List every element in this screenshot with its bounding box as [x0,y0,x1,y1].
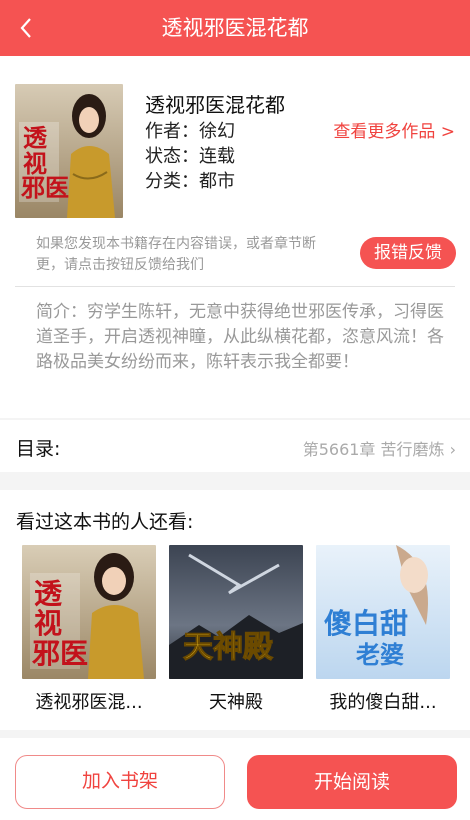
recommend-book[interactable]: 透 视 邪医 透视邪医混... [22,545,156,714]
svg-text:天神殿: 天神殿 [183,630,273,665]
book-status: 状态：连载 [145,146,235,167]
divider [15,286,455,287]
report-error-button[interactable]: 报错反馈 [360,237,456,269]
book-category: 分类：都市 [145,171,235,192]
recommend-section: 看过这本书的人还看: 透 视 邪医 透视邪医混... 天神殿 天神殿 傻白甜 老… [0,490,470,730]
recommend-name[interactable]: 我的傻白甜... [316,688,450,714]
bottom-action-bar: 加入书架 开始阅读 [0,738,470,820]
book-author: 作者：徐幻 [145,121,235,142]
recommend-cover[interactable]: 傻白甜 老婆 [316,545,450,679]
page-title: 透视邪医混花都 [161,16,309,40]
svg-text:傻白甜: 傻白甜 [324,607,408,640]
top-bar: 透视邪医混花都 [0,0,470,56]
latest-chapter[interactable]: 第5661章 苦行磨炼 › [303,436,456,460]
recommend-name[interactable]: 透视邪医混... [22,688,156,714]
svg-text:邪医: 邪医 [31,637,88,670]
book-title: 透视邪医混花都 [145,93,285,117]
recommend-cover[interactable]: 天神殿 [169,545,303,679]
book-cover[interactable]: 透 视 邪医 [15,84,123,218]
toc-label: 目录: [16,438,61,460]
svg-text:透: 透 [34,577,63,610]
more-works-link[interactable]: 查看更多作品 > [333,117,455,142]
recommend-book[interactable]: 傻白甜 老婆 我的傻白甜... [316,545,450,714]
toc-row[interactable]: 目录: 第5661章 苦行磨炼 › [0,420,470,472]
book-intro: 简介：穷学生陈轩，无意中获得绝世邪医传承，习得医道圣手，开启透视神瞳，从此纵横花… [36,302,444,372]
recommend-title: 看过这本书的人还看: [16,511,194,533]
recommend-cover[interactable]: 透 视 邪医 [22,545,156,679]
book-info-panel: 透 视 邪医 透视邪医混花都 作者：徐幻 状态：连载 分类：都市 查看更多作品 … [0,56,470,418]
svg-text:透: 透 [23,123,48,152]
start-reading-button[interactable]: 开始阅读 [247,755,457,809]
svg-text:老婆: 老婆 [356,641,404,669]
add-to-shelf-button[interactable]: 加入书架 [15,755,225,809]
recommend-book[interactable]: 天神殿 天神殿 [169,545,303,714]
svg-text:邪医: 邪医 [20,173,69,202]
recommend-name[interactable]: 天神殿 [169,688,303,714]
svg-text:视: 视 [34,607,62,640]
error-notice: 如果您发现本书籍存在内容错误，或者章节断更，请点击按钮反馈给我们 [36,236,316,273]
